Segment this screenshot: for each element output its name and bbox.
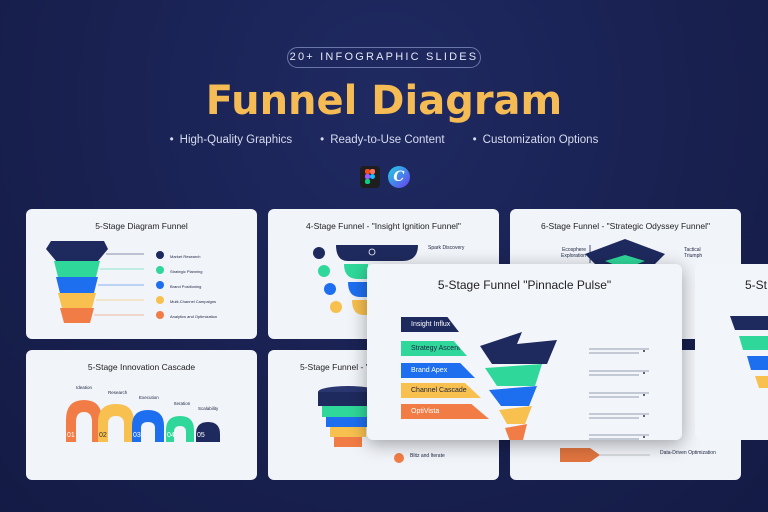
slide-title: 5-Stage Funnel "Pinnacle Pulse" xyxy=(437,278,612,292)
stage-label: Brand Positioning xyxy=(170,284,202,289)
slide-card-diagram-funnel[interactable]: 5-Stage Diagram Funnel Market Research S… xyxy=(26,209,257,339)
stage-label: Strategic Planning xyxy=(170,269,203,274)
stage-label: Multi-Channel Campaigns xyxy=(170,299,217,304)
stage-label: Scalability xyxy=(198,406,219,411)
stage-label: Blitz and Iterate xyxy=(410,453,445,459)
stage-label: Execution xyxy=(139,395,159,400)
stage-label: Ideation xyxy=(76,385,93,390)
slide-card-partial[interactable]: 5-St xyxy=(695,264,768,440)
stage-label: Market Research xyxy=(170,254,201,259)
stage-label: Spark Discovery xyxy=(428,245,465,251)
stage-label: Research xyxy=(108,390,128,395)
slide-card-innovation-cascade[interactable]: 5-Stage Innovation Cascade Ideation Rese… xyxy=(26,350,257,480)
figma-icon xyxy=(360,166,380,188)
page-title: Funnel Diagram xyxy=(205,78,563,124)
badge: 20+ INFOGRAPHIC SLIDES xyxy=(287,47,481,68)
stage-label: Tactical Triumph xyxy=(684,247,703,259)
feature: Ready-to-Use Content xyxy=(320,134,444,146)
stage-label: Analytics and Optimization xyxy=(170,314,218,319)
stage-number: 04 xyxy=(167,432,175,439)
feature-list: High-Quality Graphics Ready-to-Use Conte… xyxy=(0,134,768,146)
stage-number: 05 xyxy=(197,432,205,439)
stage-label: Iteration xyxy=(174,401,191,406)
feature: High-Quality Graphics xyxy=(170,134,292,146)
featured-slide-pinnacle-pulse[interactable]: 5-Stage Funnel "Pinnacle Pulse" Insight … xyxy=(367,264,682,440)
feature: Customization Options xyxy=(473,134,599,146)
stage-number: 03 xyxy=(133,432,141,439)
stage-label: Ecosphere Exploration xyxy=(560,247,586,259)
stage-label: Data-Driven Optimization xyxy=(660,450,716,456)
canva-icon: C xyxy=(388,166,410,188)
stage-number: 02 xyxy=(99,432,107,439)
stage-number: 01 xyxy=(67,432,75,439)
